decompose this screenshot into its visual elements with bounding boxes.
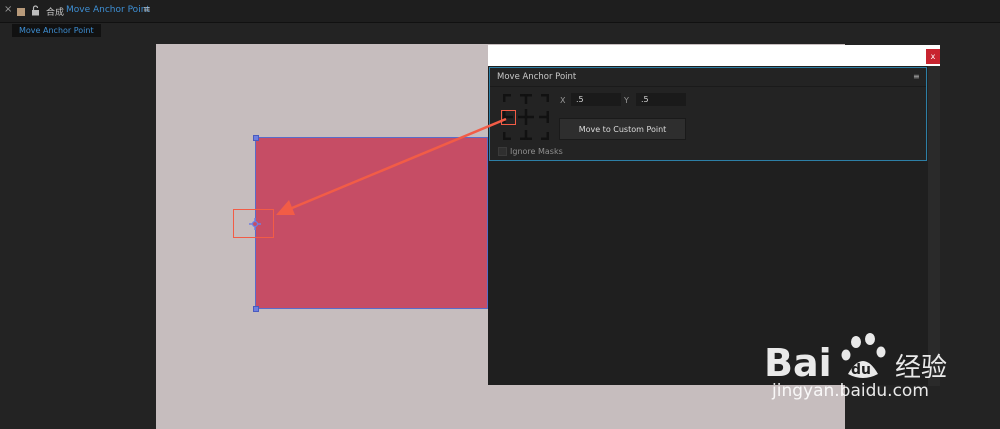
- panel-title: Move Anchor Point: [497, 72, 577, 82]
- x-label: X: [560, 96, 566, 105]
- watermark-url: jingyan.baidu.com: [772, 381, 929, 401]
- tab-menu-icon[interactable]: ≡: [143, 5, 151, 15]
- selection-handle[interactable]: [253, 135, 259, 141]
- svg-text:Bai: Bai: [764, 341, 832, 385]
- tab-close-icon[interactable]: ×: [4, 4, 12, 15]
- breadcrumb-item[interactable]: Move Anchor Point: [12, 24, 101, 37]
- composition-color-swatch: [17, 8, 25, 16]
- svg-text:经验: 经验: [895, 353, 947, 383]
- floating-window-titlebar[interactable]: [488, 45, 940, 66]
- svg-text:du: du: [851, 362, 871, 378]
- ignore-masks-checkbox[interactable]: [498, 147, 507, 156]
- grid-highlight-box: [501, 110, 516, 125]
- shape-layer[interactable]: [255, 137, 488, 309]
- x-input[interactable]: [571, 93, 621, 106]
- breadcrumb-bar: [0, 23, 1000, 41]
- anchor-highlight-box: [233, 209, 274, 238]
- y-label: Y: [624, 96, 629, 105]
- move-to-custom-point-button[interactable]: Move to Custom Point: [559, 118, 686, 140]
- tab-comp-name[interactable]: Move Anchor Point: [66, 5, 150, 15]
- floating-window-close-button[interactable]: x: [926, 49, 940, 64]
- ignore-masks-label: Ignore Masks: [510, 147, 563, 156]
- selection-handle[interactable]: [253, 306, 259, 312]
- panel-menu-icon[interactable]: ≡: [913, 72, 920, 81]
- panel-divider: [490, 86, 926, 87]
- tab-prefix-label: 合成: [46, 8, 65, 18]
- y-input[interactable]: [636, 93, 686, 106]
- lock-icon[interactable]: [31, 5, 40, 16]
